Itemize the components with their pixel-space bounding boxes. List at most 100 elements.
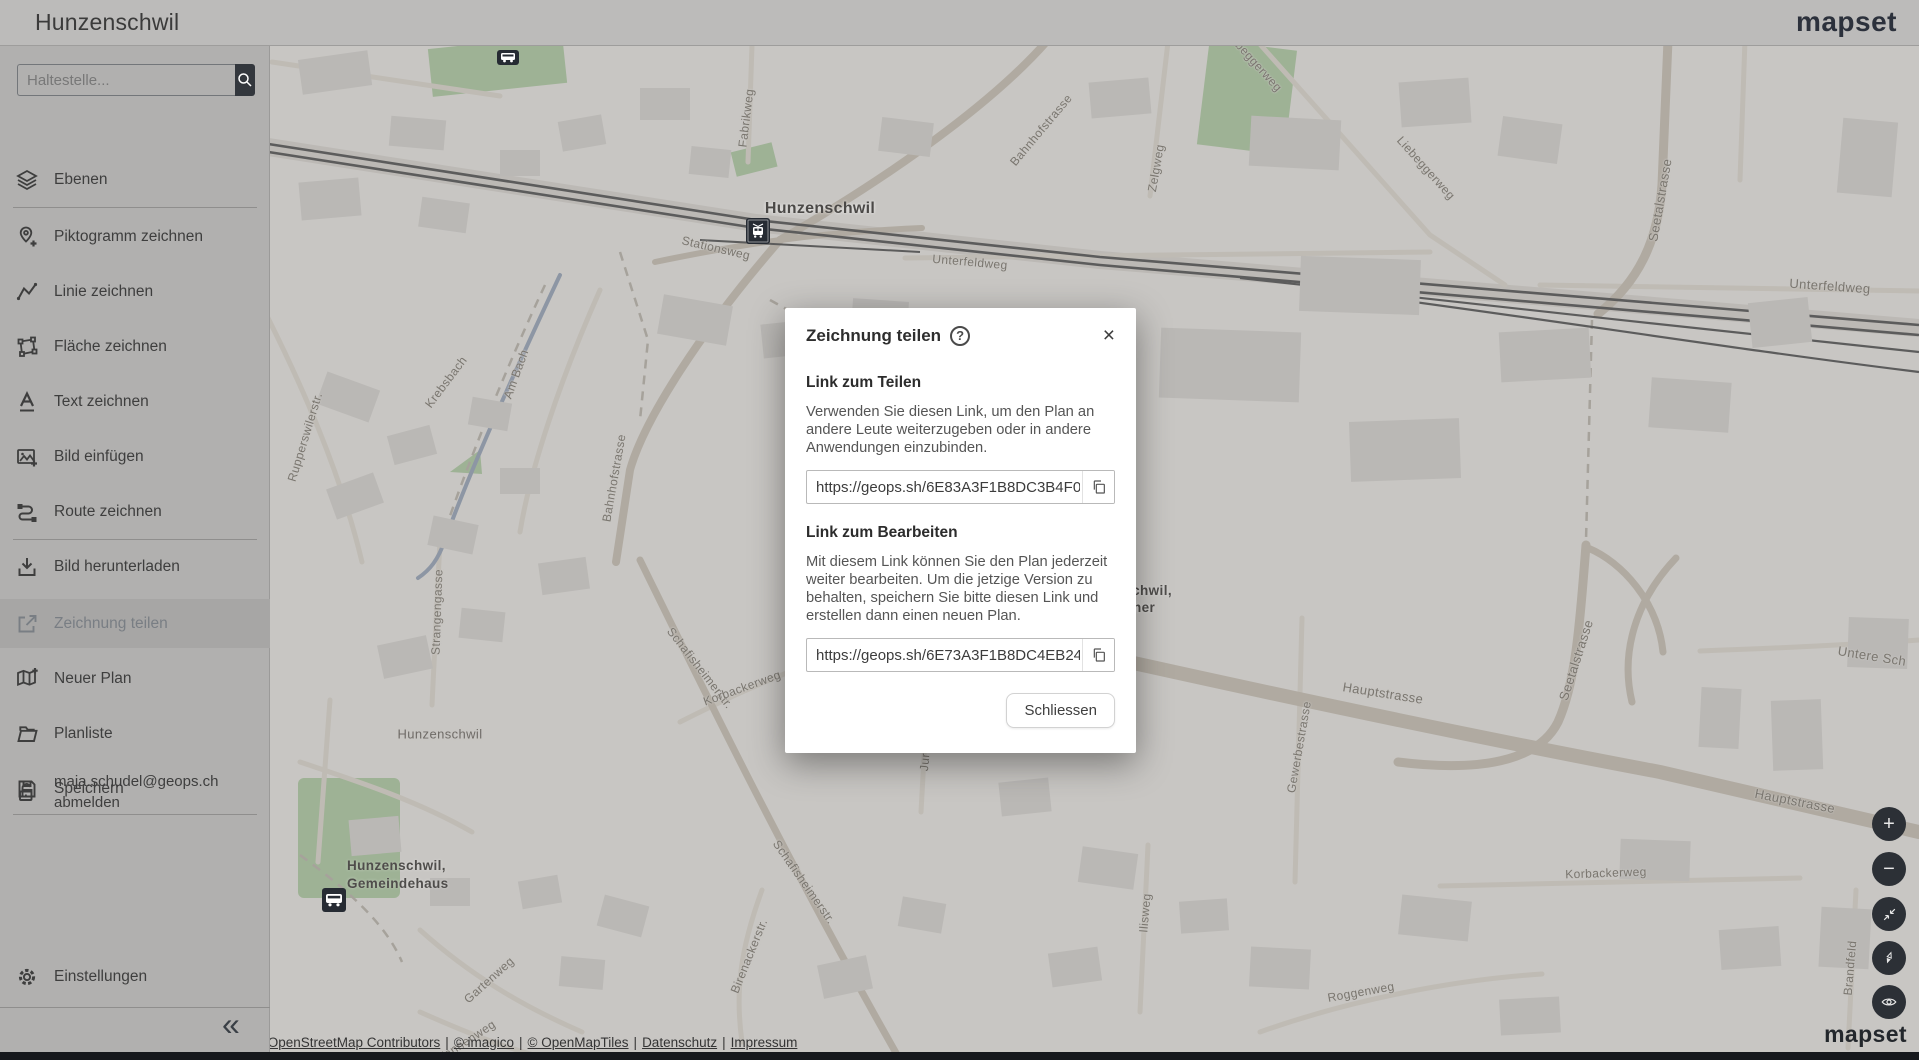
search-icon [236,71,254,89]
edit-link-text-end: . [1017,608,1021,624]
copy-icon [1091,479,1107,495]
edit-url-input[interactable] [807,647,1082,664]
dialog-header: Zeichnung teilen ? × [806,325,1115,346]
sidebar-item-flaeche[interactable]: Fläche zeichnen [0,327,270,367]
close-icon[interactable]: × [1103,325,1115,346]
compass-button[interactable] [1872,941,1906,975]
help-icon[interactable]: ? [950,326,970,346]
sidebar-item-label: Zeichnung teilen [54,615,168,633]
sidebar-item-bild-einfuegen[interactable]: Bild einfügen [0,437,270,477]
sidebar-item-label: Bild einfügen [54,448,144,466]
map-attribution: © OpenStreetMap Contributors | © imagico | ©… [254,1035,797,1050]
share-link-description: Verwenden Sie diesen Link, um den Plan a… [806,403,1115,457]
plan-title: Hunzenschwil [35,9,179,36]
lock-open-icon [15,780,39,804]
share-dialog: Zeichnung teilen ? × Link zum Teilen Ver… [785,308,1136,753]
logout-button[interactable]: maja.schudel@geops.ch abmelden [0,771,270,813]
sidebar-item-label: Einstellungen [54,968,147,986]
street-label: Strangengasse [429,569,446,655]
sidebar-divider [13,539,257,540]
sidebar-item-route[interactable]: Route zeichnen [0,492,270,532]
zoom-in-button[interactable]: + [1872,807,1906,841]
sidebar-divider [13,814,257,815]
edit-link-heading: Link zum Bearbeiten [806,524,1115,542]
sidebar-item-einstellungen[interactable]: Einstellungen [0,957,270,997]
sidebar-item-neuer-plan[interactable]: Neuer Plan [0,659,270,699]
share-link-heading: Link zum Teilen [806,374,1115,392]
edit-url-field [806,638,1115,672]
gear-icon [15,965,39,989]
header-bar: Hunzenschwil mapset [0,0,1919,46]
dialog-footer: Schliessen [806,693,1115,728]
sidebar-item-planliste[interactable]: Planliste [0,714,270,754]
town-label: Hunzenschwil [765,200,875,218]
dialog-title: Zeichnung teilen [806,326,941,346]
attribution-separator: | [519,1035,523,1050]
search-input[interactable] [17,64,235,96]
search-button[interactable] [235,64,255,96]
stop-search [17,64,255,96]
text-icon [15,390,39,414]
fit-extent-button[interactable] [1872,897,1906,931]
polygon-icon [15,335,39,359]
zoom-out-button[interactable]: − [1872,852,1906,886]
layers-icon [15,168,39,192]
folder-open-icon [15,722,39,746]
schliessen-button[interactable]: Schliessen [1006,693,1115,728]
copy-icon [1091,647,1107,663]
sidebar-item-piktogramm[interactable]: Piktogramm zeichnen [0,217,270,257]
street-label: Korbackerweg [1565,865,1647,882]
sidebar-item-label: Text zeichnen [54,393,149,411]
bus-stop-icon [322,888,346,912]
edit-link-section: Link zum Bearbeiten Mit diesem Link könn… [806,524,1115,672]
attribution-link-datenschutz[interactable]: Datenschutz [642,1035,717,1050]
sidebar-item-zeichnung-teilen[interactable]: Zeichnung teilen [0,599,270,648]
polyline-icon [15,280,39,304]
share-url-field [806,470,1115,504]
image-plus-icon [15,445,39,469]
share-link-section: Link zum Teilen Verwenden Sie diesen Lin… [806,374,1115,504]
attribution-separator: | [445,1035,449,1050]
sidebar-collapse-button[interactable]: « [222,1008,240,1040]
train-station-icon [746,218,770,244]
bottom-bar [0,1052,1919,1060]
new-plan-link[interactable]: neuen Plan [942,608,1016,624]
bus-stop-icon [497,50,519,65]
visibility-button[interactable] [1872,985,1906,1019]
map-plus-icon [15,667,39,691]
locality-label: Hunzenschwil [397,727,482,742]
sidebar-item-ebenen[interactable]: Ebenen [0,160,270,200]
sidebar-item-label: Fläche zeichnen [54,338,167,356]
account-email: maja.schudel@geops.ch [54,771,219,792]
share-icon [15,612,39,636]
attribution-link-openmaptiles[interactable]: © OpenMapTiles [528,1035,629,1050]
route-icon [15,500,39,524]
copy-share-url-button[interactable] [1082,471,1114,503]
logout-label: abmelden [54,792,219,813]
sidebar-divider [13,207,257,208]
sidebar-item-label: Planliste [54,725,113,743]
sidebar-item-label: Ebenen [54,171,107,189]
sidebar-item-text[interactable]: Text zeichnen [0,382,270,422]
sidebar-item-linie[interactable]: Linie zeichnen [0,272,270,312]
sidebar-item-label: Bild herunterladen [54,558,180,576]
attribution-separator: | [634,1035,638,1050]
mapset-logo-small: mapset [1824,1021,1907,1048]
sidebar-item-label: Route zeichnen [54,503,162,521]
attribution-separator: | [722,1035,726,1050]
edit-link-description: Mit diesem Link können Sie den Plan jede… [806,553,1115,625]
stop-label: Gemeindehaus [347,876,449,891]
share-url-input[interactable] [807,479,1082,496]
account-info: maja.schudel@geops.ch abmelden [54,771,219,813]
sidebar-item-label: Neuer Plan [54,670,132,688]
attribution-link-impressum[interactable]: Impressum [731,1035,798,1050]
copy-edit-url-button[interactable] [1082,639,1114,671]
attribution-link-osm[interactable]: © OpenStreetMap Contributors [254,1035,440,1050]
mapset-logo: mapset [1796,6,1897,38]
sidebar-item-bild-herunterladen[interactable]: Bild herunterladen [0,547,270,587]
attribution-link-imagico[interactable]: © imagico [454,1035,514,1050]
mapset-app: { "header": { "title": "Hunzenschwil", "… [0,0,1919,1060]
download-icon [15,555,39,579]
eye-icon [1880,993,1898,1011]
pin-plus-icon [15,225,39,249]
